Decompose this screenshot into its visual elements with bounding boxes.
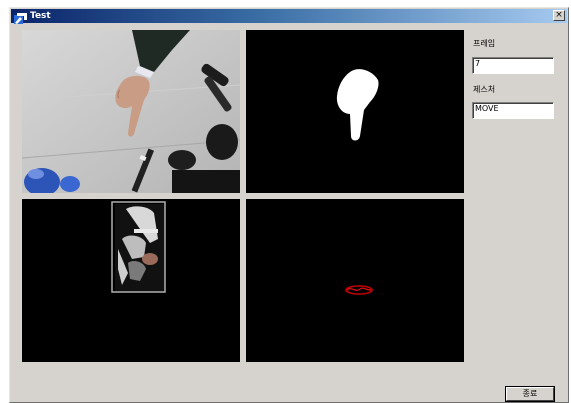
- main-window: Test × 프레임 7 제스처 MOVE 종료: [9, 7, 569, 403]
- motion-view: [246, 199, 464, 362]
- hand-silhouette-image: [246, 30, 464, 193]
- tracking-image: [22, 199, 240, 362]
- gesture-field[interactable]: MOVE: [472, 102, 554, 119]
- app-icon: [14, 10, 27, 24]
- window-title: Test: [30, 11, 51, 21]
- skin-mask-view: [246, 30, 464, 193]
- tracking-view: [22, 199, 240, 362]
- title-bar[interactable]: Test ×: [11, 9, 567, 24]
- camera-frame-view: [22, 30, 240, 193]
- exit-button[interactable]: 종료: [505, 386, 555, 402]
- gesture-label: 제스처: [473, 85, 496, 94]
- camera-frame-image: [22, 30, 240, 193]
- motion-trajectory-image: [246, 199, 464, 362]
- frame-label: 프레임: [473, 39, 496, 48]
- frame-field[interactable]: 7: [472, 57, 554, 74]
- close-icon[interactable]: ×: [553, 10, 565, 21]
